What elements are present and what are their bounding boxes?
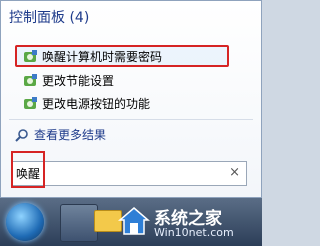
- result-require-password-on-wake[interactable]: 唤醒计算机时需要密码: [15, 45, 229, 67]
- result-label: 更改节能设置: [42, 74, 115, 88]
- search-box[interactable]: ×: [11, 161, 247, 186]
- control-panel-icon: [23, 96, 38, 111]
- control-panel-icon: [23, 49, 38, 64]
- result-change-power-saving[interactable]: 更改节能设置: [23, 71, 114, 90]
- result-change-power-button[interactable]: 更改电源按钮的功能: [23, 94, 150, 113]
- result-label: 更改电源按钮的功能: [42, 97, 151, 111]
- house-logo-icon: [118, 207, 150, 235]
- result-label: 唤醒计算机时需要密码: [42, 49, 163, 64]
- control-panel-icon: [23, 73, 38, 88]
- see-more-results-link[interactable]: 查看更多结果: [15, 126, 106, 143]
- start-menu-search-panel: 控制面板 (4) 唤醒计算机时需要密码 更改节能设置 更改电源按钮的功能 查看更…: [0, 0, 262, 198]
- search-input[interactable]: [16, 164, 216, 182]
- separator: [9, 119, 253, 120]
- watermark: 系统之家 Win10net.com: [118, 204, 258, 242]
- taskbar-button[interactable]: [60, 204, 98, 242]
- start-button-icon[interactable]: [6, 203, 44, 241]
- watermark-site: Win10net.com: [154, 226, 234, 239]
- clear-search-icon[interactable]: ×: [229, 165, 240, 180]
- see-more-label: 查看更多结果: [34, 128, 107, 142]
- group-title-control-panel[interactable]: 控制面板 (4): [9, 7, 89, 27]
- search-icon: [15, 128, 29, 142]
